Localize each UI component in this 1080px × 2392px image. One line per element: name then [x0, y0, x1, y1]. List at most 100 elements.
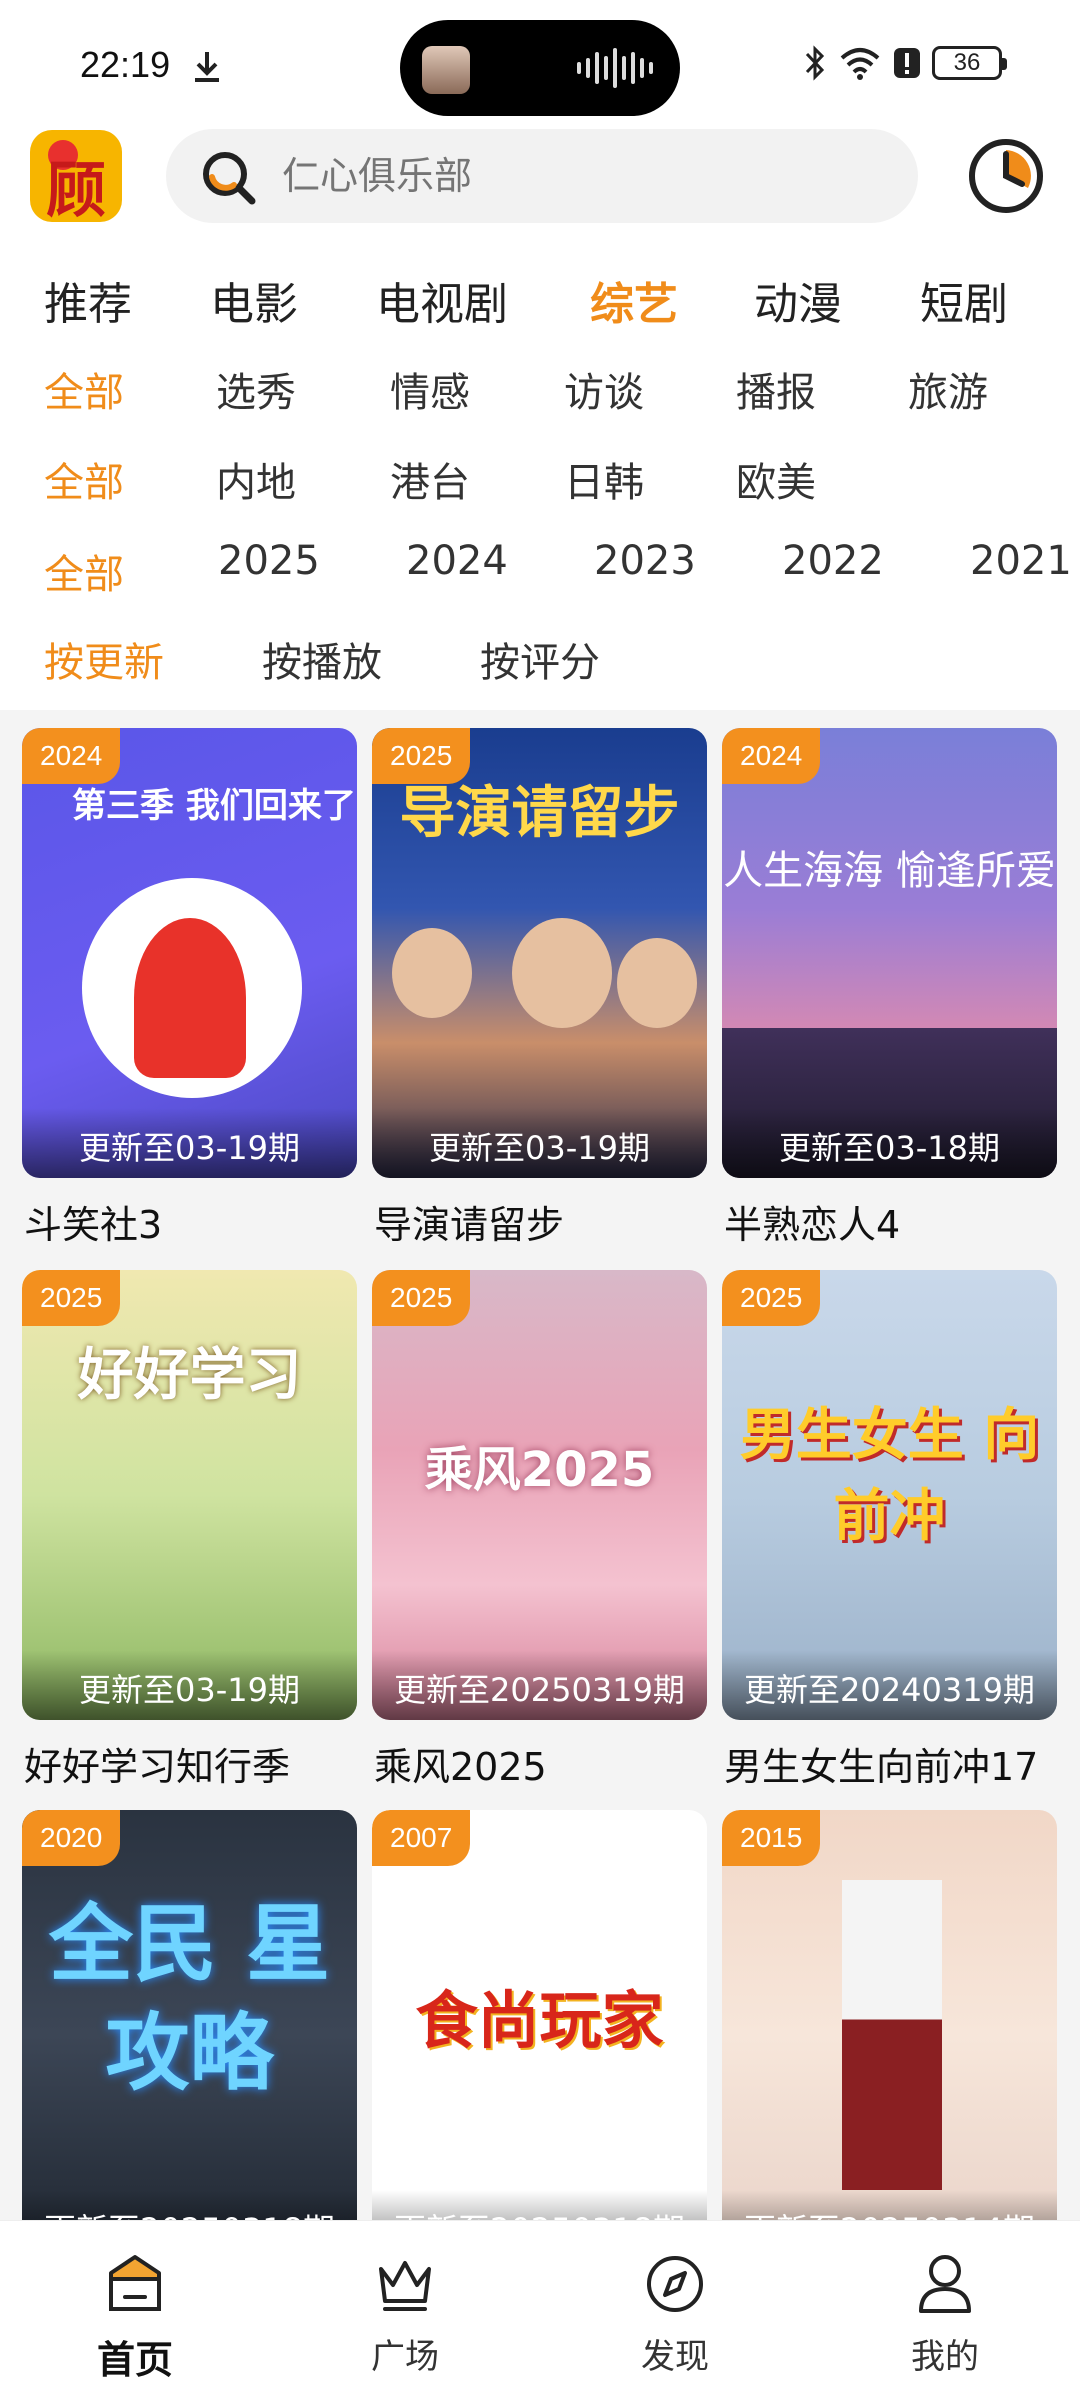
poster-image: 男生女生 向前冲 2025 更新至20240319期	[722, 1270, 1057, 1720]
poster-image: 人生海海 愉逢所爱 2024 更新至03-18期	[722, 728, 1057, 1178]
app-screen: 22:19 36 顾 仁心俱乐部 推荐 电影 电视剧 综艺 动漫 短剧 全部 选…	[0, 0, 1080, 2392]
region-all[interactable]: 全部	[44, 450, 124, 508]
content-grid: 第三季 我们回来了 2024 更新至03-19期 斗笑社3 导演请留步 2025…	[0, 710, 1080, 2260]
battery-indicator: 36	[932, 46, 1007, 80]
poster-caption: 好好学习	[77, 1343, 302, 1408]
poster-caption: 第三季 我们回来了	[72, 786, 356, 826]
status-time: 22:19	[80, 44, 171, 85]
search-icon	[203, 152, 256, 205]
status-icons: 36	[802, 44, 1007, 82]
update-status: 更新至03-19期	[22, 1650, 357, 1720]
show-title: 半熟恋人4	[724, 1203, 901, 1247]
poster-caption: 食尚玩家	[415, 1984, 664, 2057]
poster-caption: 人生海海 愉逢所爱	[723, 848, 1056, 894]
year-badge: 2024	[22, 728, 121, 784]
poster-caption: 全民 星攻略	[48, 1895, 331, 2103]
show-title: 导演请留步	[374, 1203, 565, 1247]
audio-wave-icon	[577, 48, 653, 88]
year-2023[interactable]: 2023	[594, 538, 696, 584]
year-badge: 2024	[722, 728, 821, 784]
region-mainland[interactable]: 内地	[216, 450, 296, 508]
nav-plaza-label: 广场	[371, 2337, 439, 2377]
media-thumbnail	[422, 46, 470, 94]
region-western[interactable]: 欧美	[736, 450, 816, 508]
show-title: 斗笑社3	[24, 1203, 163, 1247]
poster-image: 第三季 我们回来了 2024 更新至03-19期	[22, 728, 357, 1178]
year-2021[interactable]: 2021	[970, 538, 1072, 584]
poster-caption: 男生女生 向前冲	[739, 1403, 1040, 1549]
year-badge: 2025	[722, 1270, 821, 1326]
wifi-icon	[840, 48, 880, 80]
update-status: 更新至20240319期	[722, 1650, 1057, 1720]
genre-travel[interactable]: 旅游	[908, 360, 988, 418]
history-icon[interactable]	[966, 136, 1046, 216]
year-badge: 2007	[372, 1810, 471, 1866]
tab-recommend[interactable]: 推荐	[44, 268, 132, 332]
poster-image: 导演请留步 2025 更新至03-19期	[372, 728, 707, 1178]
poster-art	[392, 928, 472, 1018]
bluetooth-icon	[805, 45, 825, 81]
tab-movie[interactable]: 电影	[210, 268, 298, 332]
search-bar[interactable]	[166, 129, 918, 223]
nav-mine-label: 我的	[911, 2337, 979, 2377]
poster-art	[512, 918, 612, 1028]
sort-by-plays[interactable]: 按播放	[262, 630, 382, 688]
nav-discover[interactable]: 发现	[540, 2221, 810, 2392]
tab-tv[interactable]: 电视剧	[376, 268, 508, 332]
nav-home[interactable]: 首页	[0, 2221, 270, 2392]
poster-caption: 乘风2025	[424, 1442, 655, 1498]
search-input[interactable]	[282, 129, 882, 223]
update-status: 更新至03-19期	[22, 1108, 357, 1178]
update-status: 更新至20250319期	[372, 1650, 707, 1720]
tab-variety[interactable]: 综艺	[590, 268, 678, 332]
poster-art	[617, 938, 697, 1028]
update-status: 更新至03-19期	[372, 1108, 707, 1178]
sort-by-rating[interactable]: 按评分	[480, 630, 600, 688]
app-logo[interactable]: 顾	[30, 130, 122, 222]
nav-discover-label: 发现	[641, 2337, 709, 2377]
poster-image: 乘风2025 2025 更新至20250319期	[372, 1270, 707, 1720]
year-2024[interactable]: 2024	[406, 538, 508, 584]
home-icon	[109, 2255, 161, 2311]
year-badge: 2025	[22, 1270, 121, 1326]
year-2025[interactable]: 2025	[218, 538, 320, 584]
year-badge: 2025	[372, 1270, 471, 1326]
year-2022[interactable]: 2022	[782, 538, 884, 584]
region-hk-tw[interactable]: 港台	[390, 450, 470, 508]
year-badge: 2025	[372, 728, 471, 784]
genre-interview[interactable]: 访谈	[564, 360, 644, 418]
download-icon	[195, 52, 219, 82]
poster-image: 食尚玩家 2007 更新至20250318期	[372, 1810, 707, 2260]
crown-icon	[379, 2261, 431, 2311]
logo-text: 顾	[46, 156, 106, 222]
genre-all[interactable]: 全部	[44, 360, 124, 418]
genre-romance[interactable]: 情感	[390, 360, 470, 418]
dynamic-island[interactable]	[400, 20, 680, 116]
poster-art	[134, 918, 246, 1078]
nav-mine[interactable]: 我的	[810, 2221, 1080, 2392]
tab-short-drama[interactable]: 短剧	[920, 268, 1008, 332]
year-badge: 2020	[22, 1810, 121, 1866]
nav-plaza[interactable]: 广场	[270, 2221, 540, 2392]
update-status: 更新至03-18期	[722, 1108, 1057, 1178]
compass-icon	[647, 2256, 703, 2312]
user-icon	[919, 2255, 971, 2313]
show-title: 男生女生向前冲17	[724, 1745, 1039, 1789]
show-title: 乘风2025	[374, 1745, 547, 1789]
show-title: 好好学习知行季	[24, 1745, 291, 1789]
poster-art	[842, 1880, 942, 2190]
bottom-nav: 首页 广场 发现 我的	[0, 2220, 1080, 2392]
sort-by-update[interactable]: 按更新	[44, 630, 164, 688]
nav-home-label: 首页	[96, 2338, 173, 2382]
genre-talent[interactable]: 选秀	[216, 360, 296, 418]
alert-icon	[894, 48, 920, 78]
poster-image: 全民 星攻略 2020 更新至20250318期	[22, 1810, 357, 2260]
year-all[interactable]: 全部	[44, 542, 124, 600]
poster-image: 好好学习 2025 更新至03-19期	[22, 1270, 357, 1720]
status-bar: 22:19 36	[0, 0, 1080, 120]
region-jp-kr[interactable]: 日韩	[564, 450, 644, 508]
tab-anime[interactable]: 动漫	[754, 268, 842, 332]
genre-broadcast[interactable]: 播报	[736, 360, 816, 418]
poster-image: 2015 更新至20250314期	[722, 1810, 1057, 2260]
year-badge: 2015	[722, 1810, 821, 1866]
